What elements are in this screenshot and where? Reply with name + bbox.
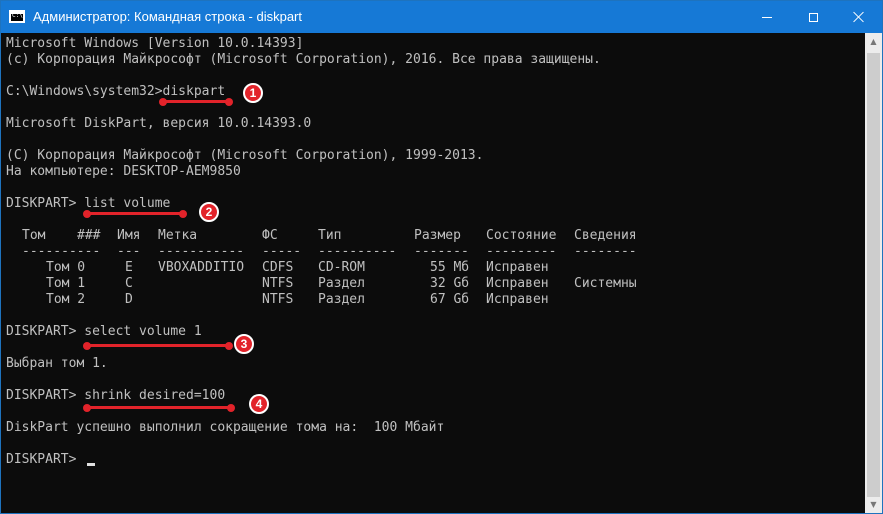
volume-name: Том 1 [46,276,86,291]
console-line: C:\Windows\system32>diskpart [6,84,226,99]
scroll-up-arrow-icon[interactable]: ▲ [865,33,882,50]
maximize-icon [808,12,818,22]
console-line: (c) Корпорация Майкрософт (Microsoft Cor… [6,52,601,67]
step-badge: 3 [234,334,254,354]
annotation-underline [163,100,229,103]
table-separator: -------- [574,244,637,259]
minimize-button[interactable] [744,1,790,33]
annotation-underline [87,406,231,409]
table-header: Размер [414,228,461,243]
table-header: Метка [158,228,198,243]
table-separator: --- [117,244,141,259]
table-header: Тип [318,228,342,243]
volume-size: 55 Mб [430,260,470,275]
table-header: Сведения [574,228,637,243]
console-line: DISKPART> select volume 1 [6,324,202,339]
scroll-down-arrow-icon[interactable]: ▼ [865,496,882,513]
volume-fs: NTFS [262,276,294,291]
annotation-marker [227,404,235,412]
annotation-underline [87,212,183,215]
console-line: DISKPART> shrink desired=100 [6,388,226,403]
annotation-underline [87,344,229,347]
close-icon [853,11,865,23]
console-line: (C) Корпорация Майкрософт (Microsoft Cor… [6,148,484,163]
volume-info: Системны [574,276,637,291]
scrollbar-thumb[interactable] [867,53,880,497]
vertical-scrollbar[interactable]: ▲ ▼ [865,33,882,513]
console-line: DiskPart успешно выполнил сокращение том… [6,420,445,435]
volume-type: Раздел [318,276,365,291]
table-separator: ----------- [158,244,245,259]
text-cursor [87,463,95,466]
table-separator: ------- [414,244,469,259]
table-separator: --------- [486,244,557,259]
volume-name: Том 0 [46,260,86,275]
minimize-icon [762,16,772,18]
volume-letter: D [125,292,133,307]
title-bar[interactable]: C:\ Администратор: Командная строка - di… [1,1,882,33]
volume-size: 32 Gб [430,276,470,291]
volume-status: Исправен [486,292,549,307]
table-header: Том [22,228,46,243]
console-line: Выбран том 1. [6,356,108,371]
volume-status: Исправен [486,260,549,275]
step-badge: 1 [243,83,263,103]
step-badge: 4 [249,394,269,414]
volume-label: VBOXADDITIO [158,260,245,275]
volume-status: Исправен [486,276,549,291]
table-separator: ----- [262,244,302,259]
console-line: Microsoft DiskPart, версия 10.0.14393.0 [6,116,312,131]
console-output[interactable]: Microsoft Windows [Version 10.0.14393] (… [1,33,865,513]
table-header: Имя [117,228,141,243]
close-button[interactable] [836,1,882,33]
volume-letter: E [125,260,133,275]
console-line: На компьютере: DESKTOP-AEM9850 [6,164,241,179]
console-prompt: DISKPART> [6,452,85,467]
console-line: Microsoft Windows [Version 10.0.14393] [6,36,304,51]
maximize-button[interactable] [790,1,836,33]
volume-letter: C [125,276,133,291]
volume-fs: CDFS [262,260,294,275]
cmd-icon: C:\ [9,10,25,23]
volume-name: Том 2 [46,292,86,307]
table-header: ФС [262,228,278,243]
annotation-marker [225,342,233,350]
table-header: Состояние [486,228,557,243]
cmd-window: C:\ Администратор: Командная строка - di… [0,0,883,514]
window-title: Администратор: Командная строка - diskpa… [33,9,303,24]
step-badge: 2 [199,202,219,222]
volume-type: CD-ROM [318,260,365,275]
annotation-marker [179,210,187,218]
table-header: ### [77,228,101,243]
table-separator: ---------- [22,244,101,259]
volume-size: 67 Gб [430,292,470,307]
volume-type: Раздел [318,292,365,307]
volume-fs: NTFS [262,292,294,307]
table-separator: ---------- [318,244,397,259]
annotation-marker [225,98,233,106]
